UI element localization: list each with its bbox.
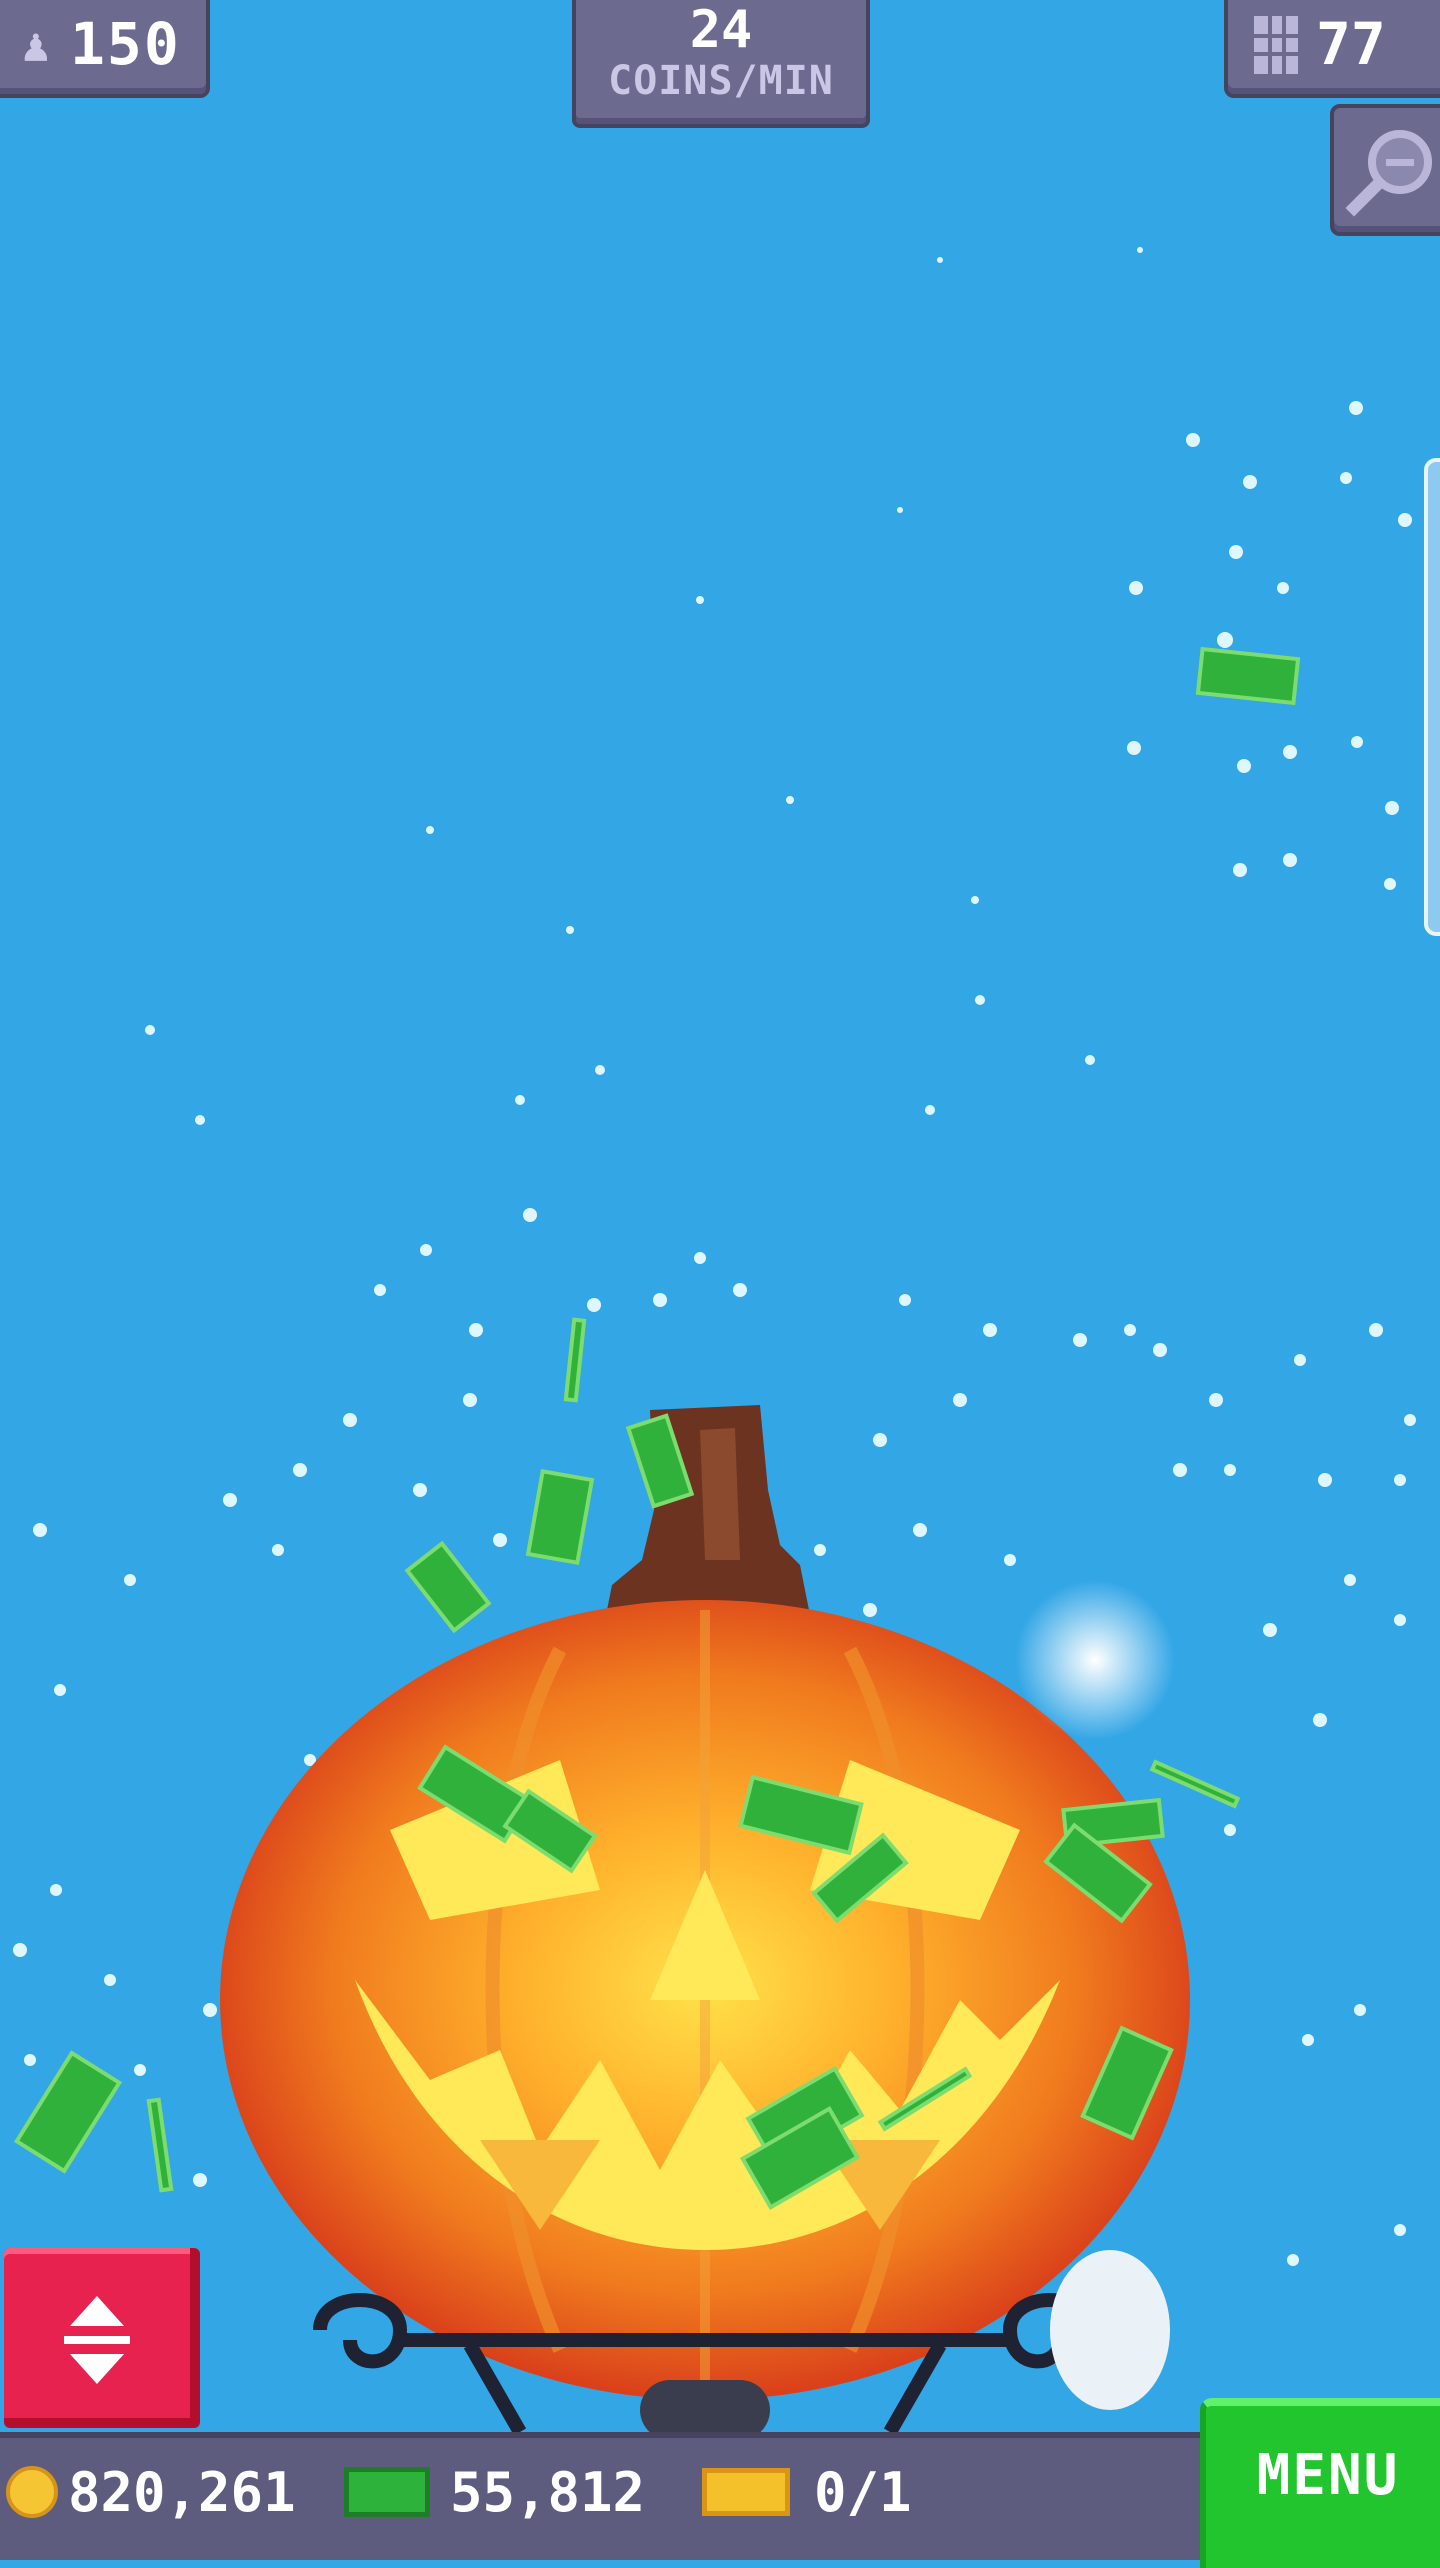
floors-counter[interactable]: 77 bbox=[1224, 0, 1440, 98]
coins-rate-label: COINS/MIN bbox=[608, 58, 834, 104]
coins-per-minute-display[interactable]: 24 COINS/MIN bbox=[572, 0, 870, 128]
golden-ticket-icon bbox=[702, 2468, 790, 2516]
cash-value: 55,812 bbox=[450, 2460, 646, 2524]
coins-value: 820,261 bbox=[68, 2460, 296, 2524]
cash-stat: 55,812 bbox=[344, 2452, 645, 2532]
building-icon bbox=[1254, 16, 1298, 74]
coin-icon bbox=[6, 2466, 58, 2518]
sparkle-burst bbox=[1015, 1580, 1175, 1740]
menu-button[interactable]: MENU bbox=[1200, 2398, 1440, 2568]
side-panel-tab[interactable] bbox=[1424, 458, 1440, 936]
ghost-decoration bbox=[1050, 2250, 1170, 2410]
person-icon: ♟ bbox=[22, 18, 50, 72]
magnifier-zoom-out-icon bbox=[1345, 130, 1432, 217]
elevator-button[interactable] bbox=[4, 2248, 200, 2428]
up-down-arrows-icon bbox=[64, 2296, 130, 2384]
game-scene bbox=[13, 247, 1416, 2440]
tickets-stat: 0/1 bbox=[702, 2452, 912, 2532]
tickets-value: 0/1 bbox=[814, 2460, 912, 2524]
floors-value: 77 bbox=[1316, 10, 1386, 78]
banknote-icon bbox=[344, 2467, 430, 2517]
coins-stat: 820,261 bbox=[6, 2452, 296, 2532]
population-counter[interactable]: ♟ 150 bbox=[0, 0, 210, 98]
coins-rate-value: 24 bbox=[689, 0, 753, 60]
population-value: 150 bbox=[70, 10, 181, 78]
zoom-button[interactable] bbox=[1330, 104, 1440, 236]
